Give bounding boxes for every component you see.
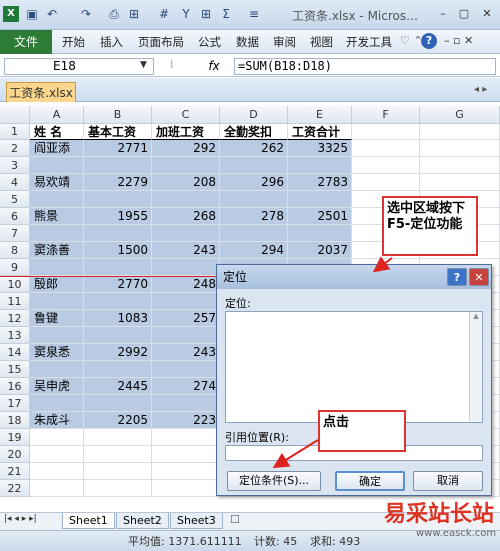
- arrow-to-dialog: [372, 256, 393, 273]
- watermark-url: www.easck.com: [416, 528, 497, 539]
- watermark-logo: 易采站长站: [384, 501, 495, 527]
- annotation-arrows: [272, 256, 393, 469]
- arrow-to-special-button: [272, 439, 319, 469]
